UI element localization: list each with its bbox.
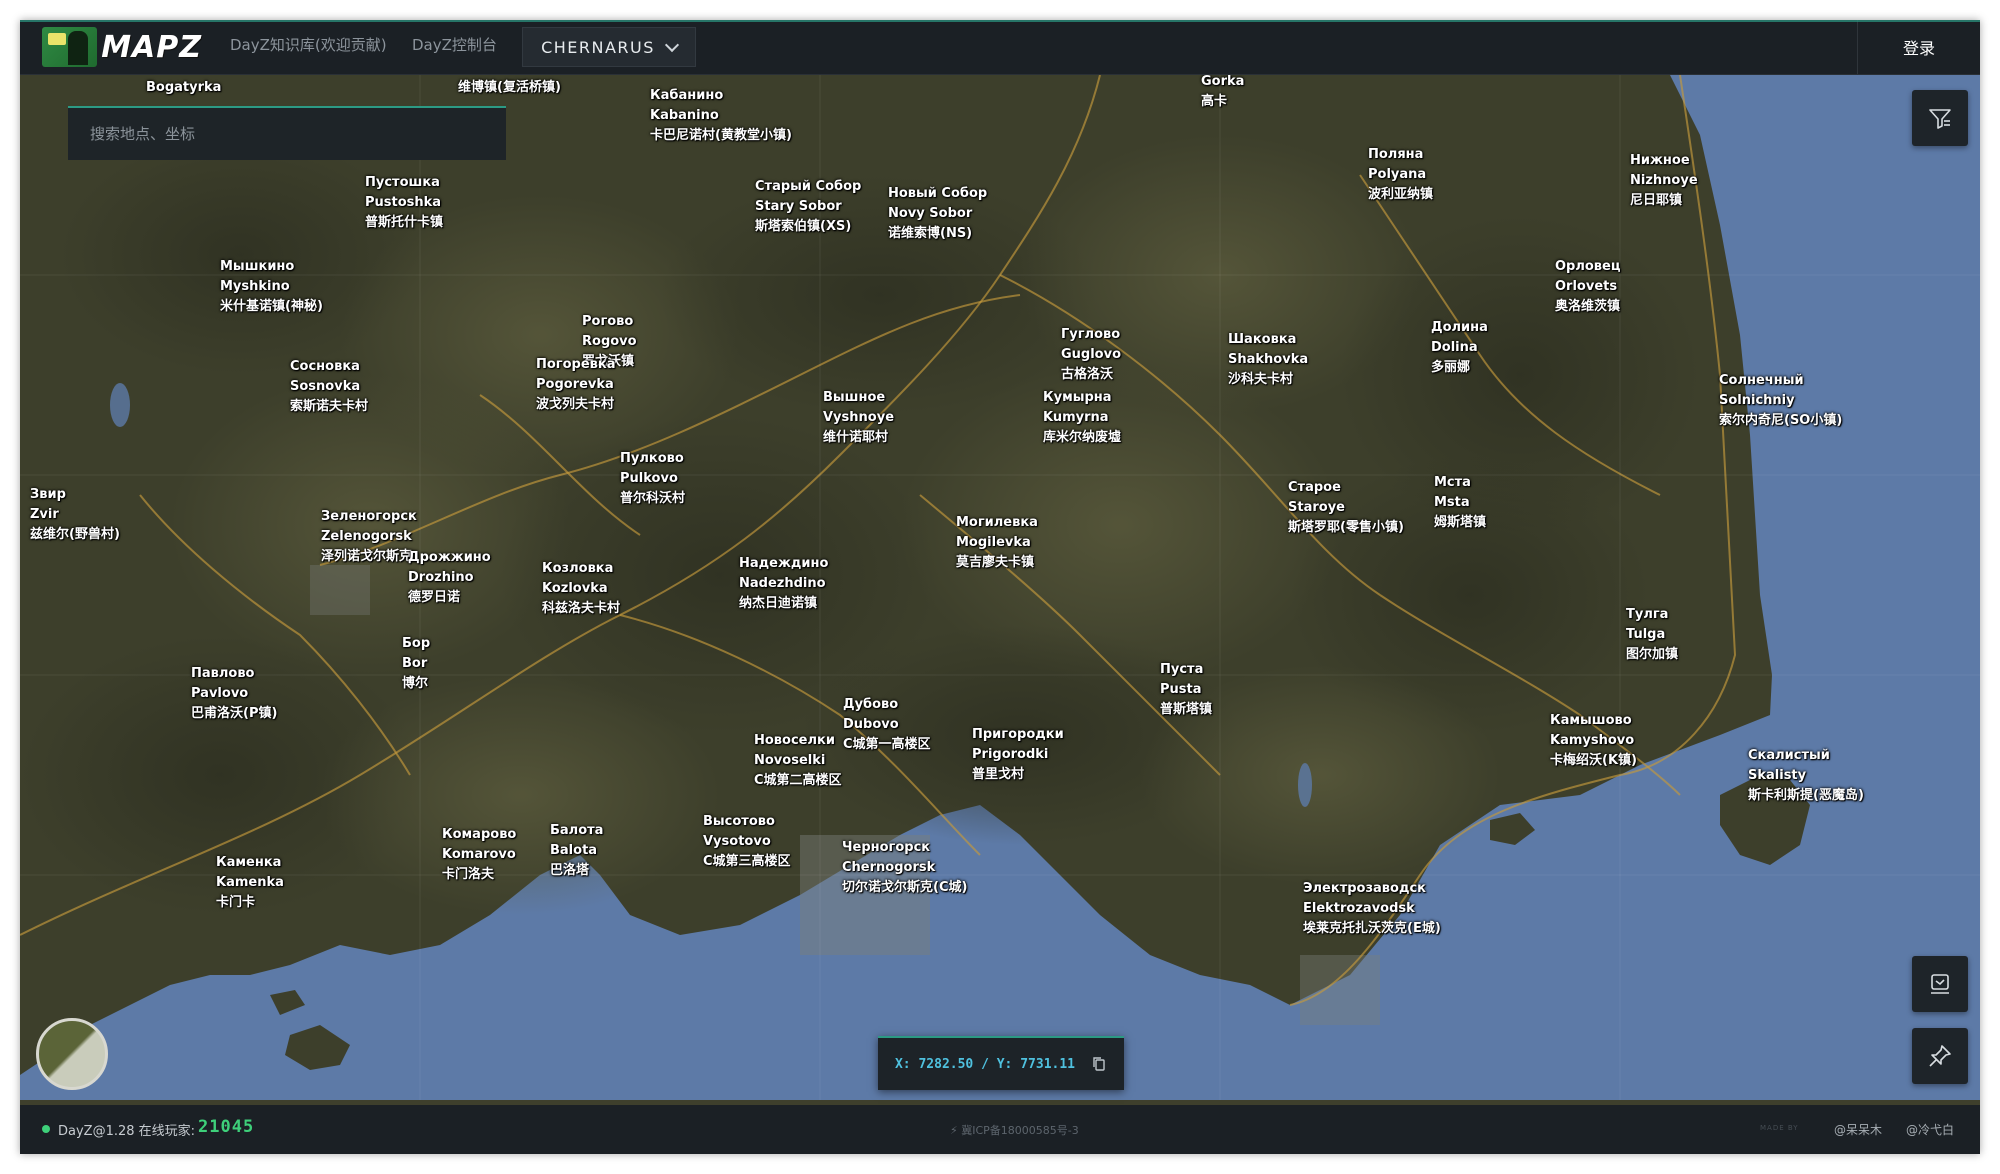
copy-icon[interactable] [1091, 1056, 1107, 1072]
place-skalisty[interactable]: Скалистый Skalisty 斯卡利斯提(恶魔岛) [1748, 746, 1864, 806]
credit-link-1[interactable]: @呆呆木 [1834, 1121, 1882, 1138]
place-kozlovka[interactable]: Козловка Kozlovka 科兹洛夫卡村 [542, 559, 620, 619]
login-label: 登录 [1902, 39, 1935, 58]
place-elektrozavodsk[interactable]: Электрозаводск Elektrozavodsk 埃莱克托扎沃茨克(E城) [1303, 879, 1441, 939]
place-vybor[interactable]: 维博镇(复活桥镇) [458, 78, 561, 98]
footer-bar: DayZ@1.28 在线玩家: 21045 ⚡ 冀ICP备18000585号-3… [20, 1105, 1980, 1154]
icp-license-link[interactable]: ⚡ 冀ICP备18000585号-3 [950, 1122, 1079, 1138]
place-gorka[interactable]: Gorka 高卡 [1201, 72, 1244, 112]
logo-soldier-icon [42, 27, 98, 67]
place-orlovets[interactable]: Орловец Orlovets 奥洛维茨镇 [1555, 257, 1621, 317]
place-drozhino[interactable]: Дрожжино Drozhino 德罗日诺 [408, 548, 491, 608]
place-solnichniy[interactable]: Солнечный Solnichniy 索尔内奇尼(SO小镇) [1719, 371, 1842, 431]
coordinates-readout: X: 7282.50 / Y: 7731.11 [878, 1036, 1124, 1090]
coordinates-text: X: 7282.50 / Y: 7731.11 [894, 1056, 1075, 1072]
place-pogorevka[interactable]: Погоревка Pogorevka 波戈列夫卡村 [536, 355, 615, 415]
place-kamyshovo[interactable]: Камышово Kamyshovo 卡梅绍沃(K镇) [1550, 711, 1637, 771]
place-tulga[interactable]: Тулга Tulga 图尔加镇 [1626, 605, 1678, 665]
place-myshkino[interactable]: Мышкино Myshkino 米什基诺镇(神秘) [220, 257, 323, 317]
place-nizhnoye[interactable]: Нижное Nizhnoye 尼日耶镇 [1630, 151, 1698, 211]
credit-link-2[interactable]: @冷弋白 [1906, 1121, 1954, 1138]
place-novy-sobor[interactable]: Новый Собор Novy Sobor 诺维索博(NS) [888, 184, 987, 244]
place-dubovo[interactable]: Дубово Dubovo C城第一高楼区 [843, 695, 931, 755]
place-kumyrna[interactable]: Кумырна Kumyrna 库米尔纳废墟 [1043, 388, 1121, 448]
place-kamenka[interactable]: Каменка Kamenka 卡门卡 [216, 853, 284, 913]
logo[interactable]: MAPZ [42, 26, 202, 68]
place-novoselki[interactable]: Новоселки Novoselki C城第二高楼区 [754, 731, 842, 791]
place-pusta[interactable]: Пуста Pusta 普斯塔镇 [1160, 660, 1212, 720]
place-dolina[interactable]: Долина Dolina 多丽娜 [1431, 318, 1488, 378]
place-pavlovo[interactable]: Павлово Pavlovo 巴甫洛沃(P镇) [191, 664, 277, 724]
filter-button[interactable] [1912, 90, 1968, 146]
place-balota[interactable]: Балота Balota 巴洛塔 [550, 821, 603, 881]
place-bor[interactable]: Бор Bor 博尔 [402, 634, 430, 694]
top-bar: MAPZ DayZ知识库(欢迎贡献) DayZ控制台 CHERNARUS 登录 [20, 20, 1980, 75]
place-vysotovo[interactable]: Высотово Vysotovo C城第三高楼区 [703, 812, 791, 872]
app-window: MAPZ DayZ知识库(欢迎贡献) DayZ控制台 CHERNARUS 登录 [20, 20, 1980, 1154]
map-select[interactable]: CHERNARUS [522, 27, 696, 67]
place-stary-sobor[interactable]: Старый Собор Stary Sobor 斯塔索伯镇(XS) [755, 177, 861, 237]
place-pulkovo[interactable]: Пулково Pulkovo 普尔科沃村 [620, 449, 685, 509]
filter-icon [1929, 109, 1951, 129]
place-nadezhdino[interactable]: Надеждино Nadezhdino 纳杰日迪诺镇 [739, 554, 828, 614]
place-shakhovka[interactable]: Шаковка Shakhovka 沙科夫卡村 [1228, 330, 1308, 390]
logo-text: MAPZ [101, 29, 202, 65]
map-select-value: CHERNARUS [541, 37, 655, 57]
nav-console[interactable]: DayZ控制台 [412, 34, 497, 55]
place-kabanino[interactable]: Кабанино Kabanino 卡巴尼诺村(黄教堂小镇) [650, 86, 792, 146]
search-input[interactable] [68, 108, 506, 160]
place-msta[interactable]: Мста Msta 姆斯塔镇 [1434, 473, 1486, 533]
place-mogilevka[interactable]: Могилевка Mogilevka 莫吉廖夫卡镇 [956, 513, 1038, 573]
online-count: 21045 [198, 1117, 255, 1137]
map-style-toggle[interactable] [36, 1018, 108, 1090]
map-canvas[interactable]: Bogatyrka 维博镇(复活桥镇) Кабанино Kabanino 卡巴尼诺… [20, 72, 1980, 1100]
place-polyana[interactable]: Поляна Polyana 波利亚纳镇 [1368, 145, 1433, 205]
made-by-label: MADE BY [1760, 1124, 1799, 1132]
place-staroye[interactable]: Старое Staroye 斯塔罗耶(零售小镇) [1288, 478, 1404, 538]
pin-button[interactable] [1912, 1028, 1968, 1084]
nav-knowledge-base[interactable]: DayZ知识库(欢迎贡献) [230, 34, 387, 55]
place-chernogorsk[interactable]: Черногорск Chernogorsk 切尔诺戈尔斯克(C城) [842, 838, 967, 898]
chevron-down-icon [664, 37, 679, 52]
map-terrain [20, 75, 1980, 1100]
place-komarovo[interactable]: Комарово Komarovo 卡门洛夫 [442, 825, 516, 885]
login-button[interactable]: 登录 [1857, 20, 1980, 74]
place-zvir[interactable]: Звир Zvir 兹维尔(野兽村) [30, 485, 120, 545]
place-vyshnoye[interactable]: Вышное Vyshnoye 维什诺耶村 [823, 388, 894, 448]
online-status-icon [42, 1125, 50, 1133]
place-zelenogorsk[interactable]: Зеленогорск Zelenogorsk 泽列诺戈尔斯克 [321, 507, 417, 567]
place-prigorodki[interactable]: Пригородки Prigorodki 普里戈村 [972, 725, 1064, 785]
version-label: DayZ@1.28 在线玩家: [58, 1124, 196, 1139]
pin-icon [1929, 1045, 1951, 1067]
place-pustoshka[interactable]: Пустошка Pustoshka 普斯托什卡镇 [365, 173, 443, 233]
place-sosnovka[interactable]: Сосновка Sosnovka 索斯诺夫卡村 [290, 357, 368, 417]
place-bogatyrka[interactable]: Bogatyrka [146, 78, 221, 98]
search-box [68, 106, 506, 160]
map-layers-icon [1931, 974, 1949, 994]
place-guglovo[interactable]: Гуглово Guglovo 古格洛沃 [1061, 325, 1121, 385]
map-layers-button[interactable] [1912, 956, 1968, 1012]
